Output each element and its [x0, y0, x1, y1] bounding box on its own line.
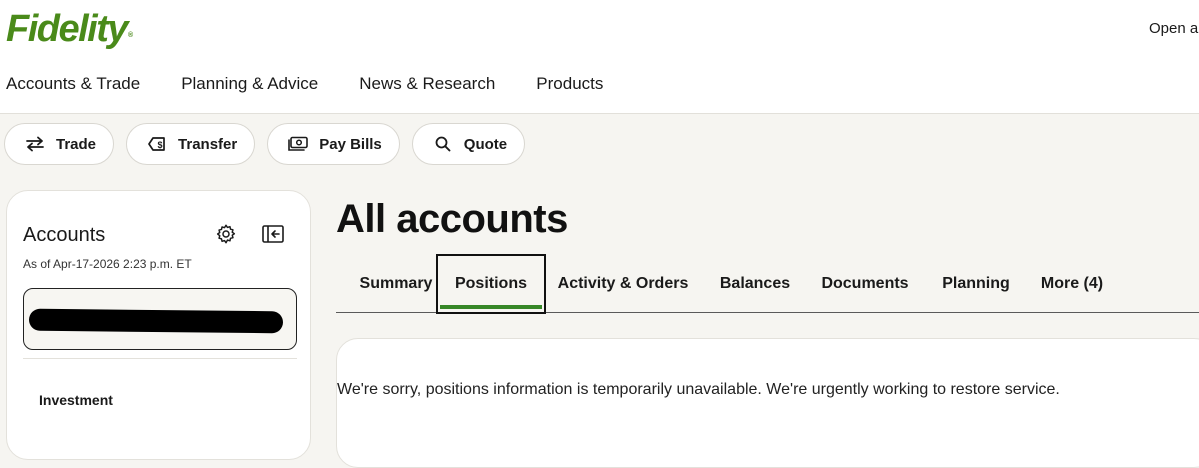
- sidebar-divider: [23, 358, 297, 359]
- trade-button[interactable]: Trade: [4, 123, 115, 165]
- account-tabs: Summary Positions Activity & Orders Bala…: [336, 254, 1199, 314]
- tab-documents[interactable]: Documents: [818, 254, 912, 314]
- as-of-timestamp: As of Apr-17-2026 2:23 p.m. ET: [23, 257, 192, 271]
- pay-bills-label: Pay Bills: [319, 135, 382, 153]
- account-selector-card[interactable]: [23, 288, 297, 350]
- search-icon: [433, 134, 453, 154]
- gear-icon[interactable]: [215, 223, 237, 245]
- quote-label: Quote: [463, 135, 508, 153]
- sidebar-section-investment[interactable]: Investment: [39, 392, 113, 408]
- tab-planning[interactable]: Planning: [939, 254, 1013, 314]
- transfer-label: Transfer: [178, 135, 238, 153]
- service-unavailable-message: We're sorry, positions information is te…: [337, 381, 1060, 398]
- open-account-link[interactable]: Open an: [1149, 20, 1199, 37]
- top-header: Fidelity® Open an Accounts & Trade Plann…: [0, 0, 1199, 114]
- nav-news-research[interactable]: News & Research: [359, 74, 495, 94]
- nav-accounts-trade[interactable]: Accounts & Trade: [6, 74, 140, 94]
- collapse-sidebar-icon[interactable]: [262, 224, 284, 244]
- fidelity-logo[interactable]: Fidelity®: [6, 8, 133, 51]
- transfer-icon: $: [147, 134, 167, 154]
- tab-more[interactable]: More (4): [1039, 254, 1105, 314]
- quick-actions-bar: Trade $ Transfer Pay Bills Quote: [4, 123, 537, 165]
- main-nav: Accounts & Trade Planning & Advice News …: [6, 74, 644, 94]
- quote-button[interactable]: Quote: [411, 123, 526, 165]
- nav-planning-advice[interactable]: Planning & Advice: [181, 74, 318, 94]
- tab-positions[interactable]: Positions: [436, 254, 546, 314]
- pay-bills-icon: [288, 134, 309, 154]
- nav-products[interactable]: Products: [536, 74, 603, 94]
- trade-label: Trade: [56, 135, 97, 153]
- redacted-account-name: [28, 308, 284, 334]
- tab-activity-orders[interactable]: Activity & Orders: [554, 254, 692, 314]
- sidebar-title: Accounts: [23, 224, 106, 246]
- svg-text:$: $: [158, 140, 163, 150]
- transfer-button[interactable]: $ Transfer: [126, 123, 256, 165]
- trade-arrows-icon: [25, 134, 45, 154]
- page-title: All accounts: [336, 197, 568, 241]
- accounts-sidebar: Accounts As of Apr-17-2026 2:23 p.m. ET …: [6, 190, 311, 460]
- positions-message-card: We're sorry, positions information is te…: [336, 338, 1199, 468]
- pay-bills-button[interactable]: Pay Bills: [267, 123, 400, 165]
- tab-balances[interactable]: Balances: [716, 254, 794, 314]
